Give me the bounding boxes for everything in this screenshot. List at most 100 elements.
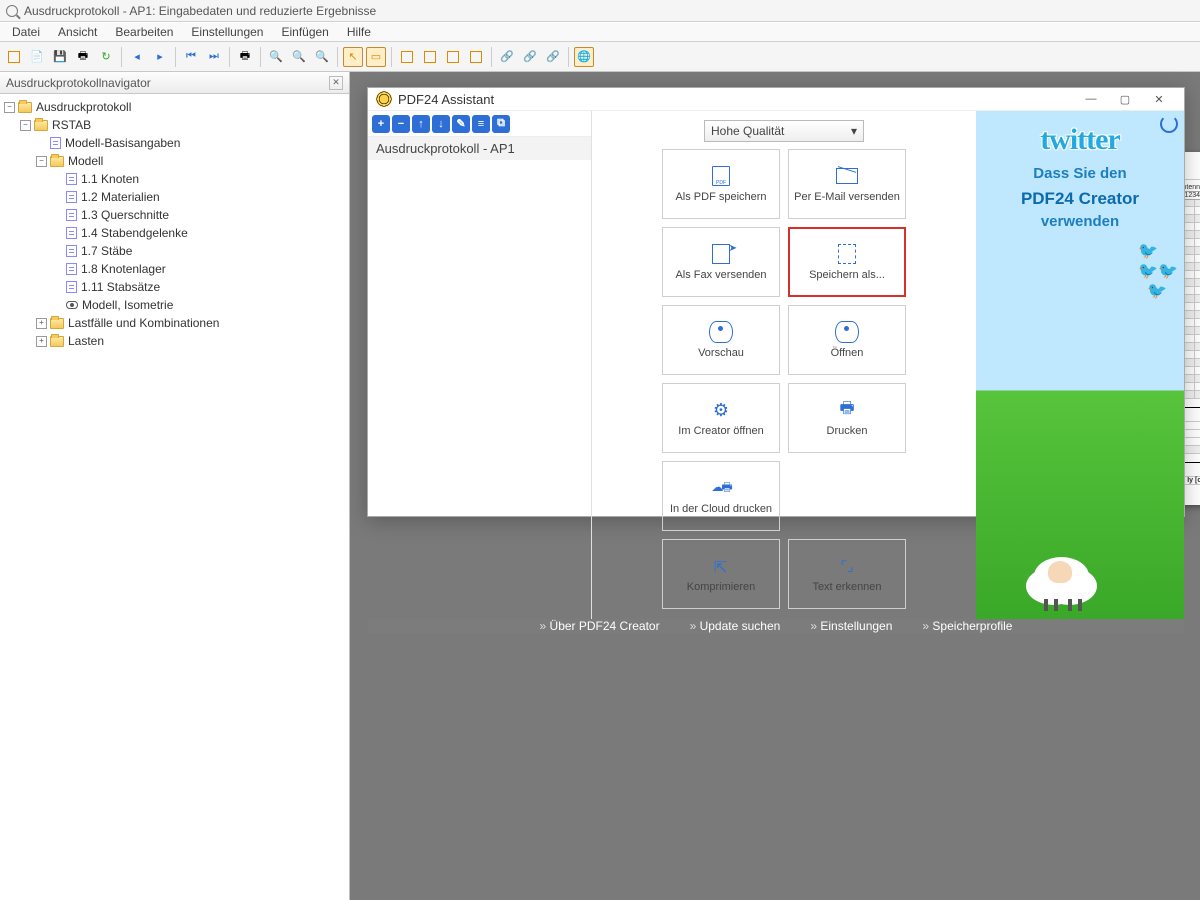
tb-link3-icon[interactable]: 🔗 xyxy=(543,47,563,67)
tree-modell-basis[interactable]: Modell-Basisangaben xyxy=(2,134,347,152)
tree-modell[interactable]: −Modell xyxy=(2,152,347,170)
footer-about[interactable]: Über PDF24 Creator xyxy=(540,619,660,633)
chevron-down-icon: ▾ xyxy=(851,124,857,138)
window-title: Ausdruckprotokoll - AP1: Eingabedaten un… xyxy=(24,4,376,18)
tree: −Ausdruckprotokoll −RSTAB Modell-Basisan… xyxy=(0,94,349,900)
pdf-icon xyxy=(709,165,733,187)
tb-select-icon[interactable]: ▭ xyxy=(366,47,386,67)
print-icon xyxy=(835,399,859,421)
menu-datei[interactable]: Datei xyxy=(4,23,48,41)
tb-first-icon[interactable]: ◂ xyxy=(127,47,147,67)
fax-icon xyxy=(709,243,733,265)
remove-icon[interactable]: − xyxy=(392,115,410,133)
cloud-print-icon xyxy=(709,477,733,499)
document-list-item[interactable]: Ausdruckprotokoll - AP1 xyxy=(368,137,591,160)
down-icon[interactable]: ↓ xyxy=(432,115,450,133)
tb-save-icon[interactable]: 💾 xyxy=(50,47,70,67)
tree-item[interactable]: 1.1 Knoten xyxy=(2,170,347,188)
tb-doc3-icon[interactable] xyxy=(443,47,463,67)
menu-ansicht[interactable]: Ansicht xyxy=(50,23,105,41)
dialog-actions: Hohe Qualität▾ Als PDF speichern Per E-M… xyxy=(592,111,976,619)
ocr-icon xyxy=(835,555,859,577)
tb-globe-icon[interactable]: 🌐 xyxy=(574,47,594,67)
promo-panel: twitter Dass Sie den PDF24 Creator verwe… xyxy=(976,111,1184,619)
gears-icon xyxy=(709,399,733,421)
tile-cloud-print[interactable]: In der Cloud drucken xyxy=(662,461,780,531)
tb-doc2-icon[interactable] xyxy=(420,47,440,67)
tb-cursor-icon[interactable]: ↖ xyxy=(343,47,363,67)
tb-zoom-in-icon[interactable]: 🔍 xyxy=(289,47,309,67)
sheep-mascot-icon xyxy=(1026,556,1096,611)
tile-creator[interactable]: Im Creator öffnen xyxy=(662,383,780,453)
dialog-title-bar: PDF24 Assistant — ▢ ✕ xyxy=(368,88,1184,111)
dialog-title: PDF24 Assistant xyxy=(398,92,494,107)
compress-icon xyxy=(709,555,733,577)
mail-icon xyxy=(835,165,859,187)
menu-einfuegen[interactable]: Einfügen xyxy=(273,23,336,41)
tree-item[interactable]: Modell, Isometrie xyxy=(2,296,347,314)
menu-einstellungen[interactable]: Einstellungen xyxy=(183,23,271,41)
menu-bar: Datei Ansicht Bearbeiten Einstellungen E… xyxy=(0,22,1200,42)
edit-icon[interactable]: ✎ xyxy=(452,115,470,133)
dialog-sidebar: + − ↑ ↓ ✎ ≡ ⧉ Ausdruckprotokoll - AP1 xyxy=(368,111,592,619)
footer-settings[interactable]: Einstellungen xyxy=(810,619,892,633)
menu-hilfe[interactable]: Hilfe xyxy=(339,23,379,41)
tile-open[interactable]: Öffnen xyxy=(788,305,906,375)
refresh-icon[interactable] xyxy=(1160,115,1178,133)
window-title-bar: Ausdruckprotokoll - AP1: Eingabedaten un… xyxy=(0,0,1200,22)
tree-item[interactable]: 1.4 Stabendgelenke xyxy=(2,224,347,242)
open-icon xyxy=(835,321,859,343)
dialog-sidebar-toolbar: + − ↑ ↓ ✎ ≡ ⧉ xyxy=(368,111,591,137)
menu-bearbeiten[interactable]: Bearbeiten xyxy=(107,23,181,41)
list-icon[interactable]: ≡ xyxy=(472,115,490,133)
close-button[interactable]: ✕ xyxy=(1142,88,1176,110)
tb-doc1-icon[interactable] xyxy=(397,47,417,67)
app-icon xyxy=(6,5,18,17)
tb-skip-back-icon[interactable]: ⏮ xyxy=(181,47,201,67)
tb-doc4-icon[interactable] xyxy=(466,47,486,67)
tb-skip-fwd-icon[interactable]: ⏭ xyxy=(204,47,224,67)
tile-fax[interactable]: Als Fax versenden xyxy=(662,227,780,297)
minimize-button[interactable]: — xyxy=(1074,88,1108,110)
tb-link2-icon[interactable]: 🔗 xyxy=(520,47,540,67)
footer-update[interactable]: Update suchen xyxy=(690,619,781,633)
tile-compress[interactable]: Komprimieren xyxy=(662,539,780,609)
tb-open-icon[interactable]: 📄 xyxy=(27,47,47,67)
tb-link1-icon[interactable]: 🔗 xyxy=(497,47,517,67)
tile-print[interactable]: Drucken xyxy=(788,383,906,453)
tb-play-icon[interactable]: ▸ xyxy=(150,47,170,67)
dialog-footer: Über PDF24 Creator Update suchen Einstel… xyxy=(368,619,1184,633)
tb-print-icon[interactable]: 🖶 xyxy=(73,47,93,67)
tree-lastfaelle[interactable]: +Lastfälle und Kombinationen xyxy=(2,314,347,332)
tree-item[interactable]: 1.7 Stäbe xyxy=(2,242,347,260)
navigator-panel: Ausdruckprotokollnavigator ✕ −Ausdruckpr… xyxy=(0,72,350,900)
tb-zoom-fit-icon[interactable]: 🔍 xyxy=(266,47,286,67)
quality-select[interactable]: Hohe Qualität▾ xyxy=(704,120,864,142)
tb-print2-icon[interactable]: 🖶 xyxy=(235,47,255,67)
tree-item[interactable]: 1.3 Querschnitte xyxy=(2,206,347,224)
navigator-close-icon[interactable]: ✕ xyxy=(329,76,343,90)
tree-item[interactable]: 1.8 Knotenlager xyxy=(2,260,347,278)
tree-item[interactable]: 1.2 Materialien xyxy=(2,188,347,206)
footer-profiles[interactable]: Speicherprofile xyxy=(922,619,1012,633)
tile-email[interactable]: Per E-Mail versenden xyxy=(788,149,906,219)
tb-refresh-icon[interactable]: ↻ xyxy=(96,47,116,67)
twitter-logo: twitter xyxy=(976,111,1184,157)
tree-rstab[interactable]: −RSTAB xyxy=(2,116,347,134)
tile-save-as[interactable]: Speichern als... xyxy=(788,227,906,297)
up-icon[interactable]: ↑ xyxy=(412,115,430,133)
tree-item[interactable]: 1.11 Stabsätze xyxy=(2,278,347,296)
add-icon[interactable]: + xyxy=(372,115,390,133)
tree-root[interactable]: −Ausdruckprotokoll xyxy=(2,98,347,116)
tree-lasten[interactable]: +Lasten xyxy=(2,332,347,350)
main-toolbar: 📄 💾 🖶 ↻ ◂ ▸ ⏮ ⏭ 🖶 🔍 🔍 🔍 ↖ ▭ 🔗 🔗 🔗 🌐 xyxy=(0,42,1200,72)
tile-save-pdf[interactable]: Als PDF speichern xyxy=(662,149,780,219)
tile-ocr[interactable]: Text erkennen xyxy=(788,539,906,609)
merge-icon[interactable]: ⧉ xyxy=(492,115,510,133)
tile-preview[interactable]: Vorschau xyxy=(662,305,780,375)
navigator-title: Ausdruckprotokollnavigator xyxy=(6,76,151,90)
pdf24-logo-icon xyxy=(376,91,392,107)
tb-zoom-out-icon[interactable]: 🔍 xyxy=(312,47,332,67)
tb-new-icon[interactable] xyxy=(4,47,24,67)
maximize-button[interactable]: ▢ xyxy=(1108,88,1142,110)
